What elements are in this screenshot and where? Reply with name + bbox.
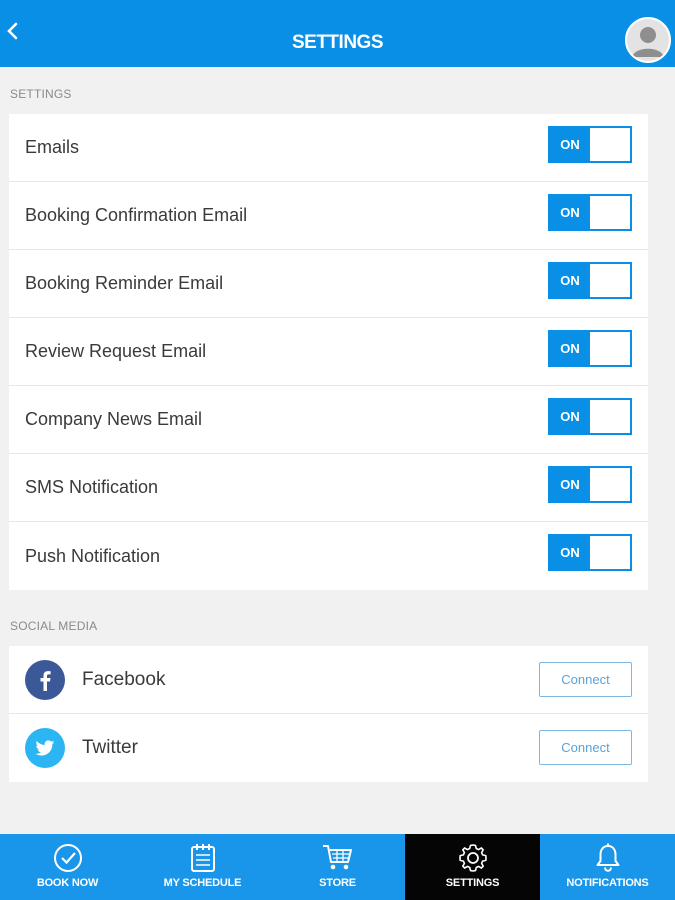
nav-item-book-now[interactable]: BOOK NOW bbox=[0, 834, 135, 900]
check-circle-icon bbox=[53, 843, 83, 873]
setting-row-emails: Emails ON bbox=[9, 114, 648, 182]
review-request-toggle[interactable]: ON bbox=[548, 330, 632, 367]
setting-label: Booking Confirmation Email bbox=[25, 205, 248, 225]
page-title: SETTINGS bbox=[291, 32, 384, 53]
setting-label: Emails bbox=[25, 137, 80, 157]
push-notification-toggle[interactable]: ON bbox=[548, 534, 632, 571]
facebook-label: Facebook bbox=[82, 668, 166, 690]
setting-row-review-request: Review Request Email ON bbox=[9, 318, 648, 386]
social-section-label: SOCIAL MEDIA bbox=[10, 619, 98, 633]
nav-label: STORE bbox=[319, 877, 356, 889]
setting-row-sms-notification: SMS Notification ON bbox=[9, 454, 648, 522]
avatar[interactable] bbox=[625, 17, 671, 63]
setting-label: Booking Reminder Email bbox=[25, 273, 224, 293]
booking-confirmation-toggle[interactable]: ON bbox=[548, 194, 632, 231]
setting-label: SMS Notification bbox=[25, 477, 159, 497]
nav-item-my-schedule[interactable]: MY SCHEDULE bbox=[135, 834, 270, 900]
toggle-state: ON bbox=[550, 332, 590, 365]
toggle-state: ON bbox=[550, 400, 590, 433]
setting-row-booking-reminder: Booking Reminder Email ON bbox=[9, 250, 648, 318]
facebook-connect-button[interactable]: Connect bbox=[539, 662, 632, 697]
social-row-twitter: Twitter Connect bbox=[9, 714, 648, 782]
settings-section-label: SETTINGS bbox=[10, 87, 72, 101]
booking-reminder-toggle[interactable]: ON bbox=[548, 262, 632, 299]
app-header: SETTINGS bbox=[0, 0, 675, 67]
nav-label: NOTIFICATIONS bbox=[566, 877, 649, 889]
bottom-nav: BOOK NOW MY SCHEDULE STORE SETTINGS NOTI… bbox=[0, 834, 675, 900]
nav-item-settings[interactable]: SETTINGS bbox=[405, 834, 540, 900]
setting-row-company-news: Company News Email ON bbox=[9, 386, 648, 454]
emails-toggle[interactable]: ON bbox=[548, 126, 632, 163]
sms-notification-toggle[interactable]: ON bbox=[548, 466, 632, 503]
toggle-state: ON bbox=[550, 196, 590, 229]
nav-label: MY SCHEDULE bbox=[163, 877, 242, 889]
toggle-state: ON bbox=[550, 536, 590, 569]
calendar-icon bbox=[190, 843, 216, 873]
toggle-state: ON bbox=[550, 264, 590, 297]
setting-label: Review Request Email bbox=[25, 341, 207, 361]
user-avatar-icon bbox=[627, 19, 669, 61]
twitter-label: Twitter bbox=[82, 737, 138, 758]
setting-label: Push Notification bbox=[25, 545, 161, 566]
toggle-state: ON bbox=[550, 128, 590, 161]
nav-label: BOOK NOW bbox=[36, 877, 99, 889]
toggle-state: ON bbox=[550, 468, 590, 501]
setting-row-push-notification: Push Notification ON bbox=[9, 522, 648, 590]
twitter-connect-button[interactable]: Connect bbox=[539, 730, 632, 765]
twitter-icon bbox=[25, 728, 65, 768]
nav-item-store[interactable]: STORE bbox=[270, 834, 405, 900]
nav-label: SETTINGS bbox=[445, 877, 500, 889]
setting-row-booking-confirmation: Booking Confirmation Email ON bbox=[9, 182, 648, 250]
social-card: Facebook Connect Twitter Connect bbox=[9, 646, 648, 782]
settings-card: Emails ON Booking Confirmation Email ON … bbox=[9, 114, 648, 590]
cart-icon bbox=[322, 843, 354, 873]
bell-icon bbox=[595, 843, 621, 873]
gear-icon bbox=[458, 843, 488, 873]
facebook-icon bbox=[25, 660, 65, 700]
company-news-toggle[interactable]: ON bbox=[548, 398, 632, 435]
nav-item-notifications[interactable]: NOTIFICATIONS bbox=[540, 834, 675, 900]
setting-label: Company News Email bbox=[25, 409, 203, 429]
social-row-facebook: Facebook Connect bbox=[9, 646, 648, 714]
